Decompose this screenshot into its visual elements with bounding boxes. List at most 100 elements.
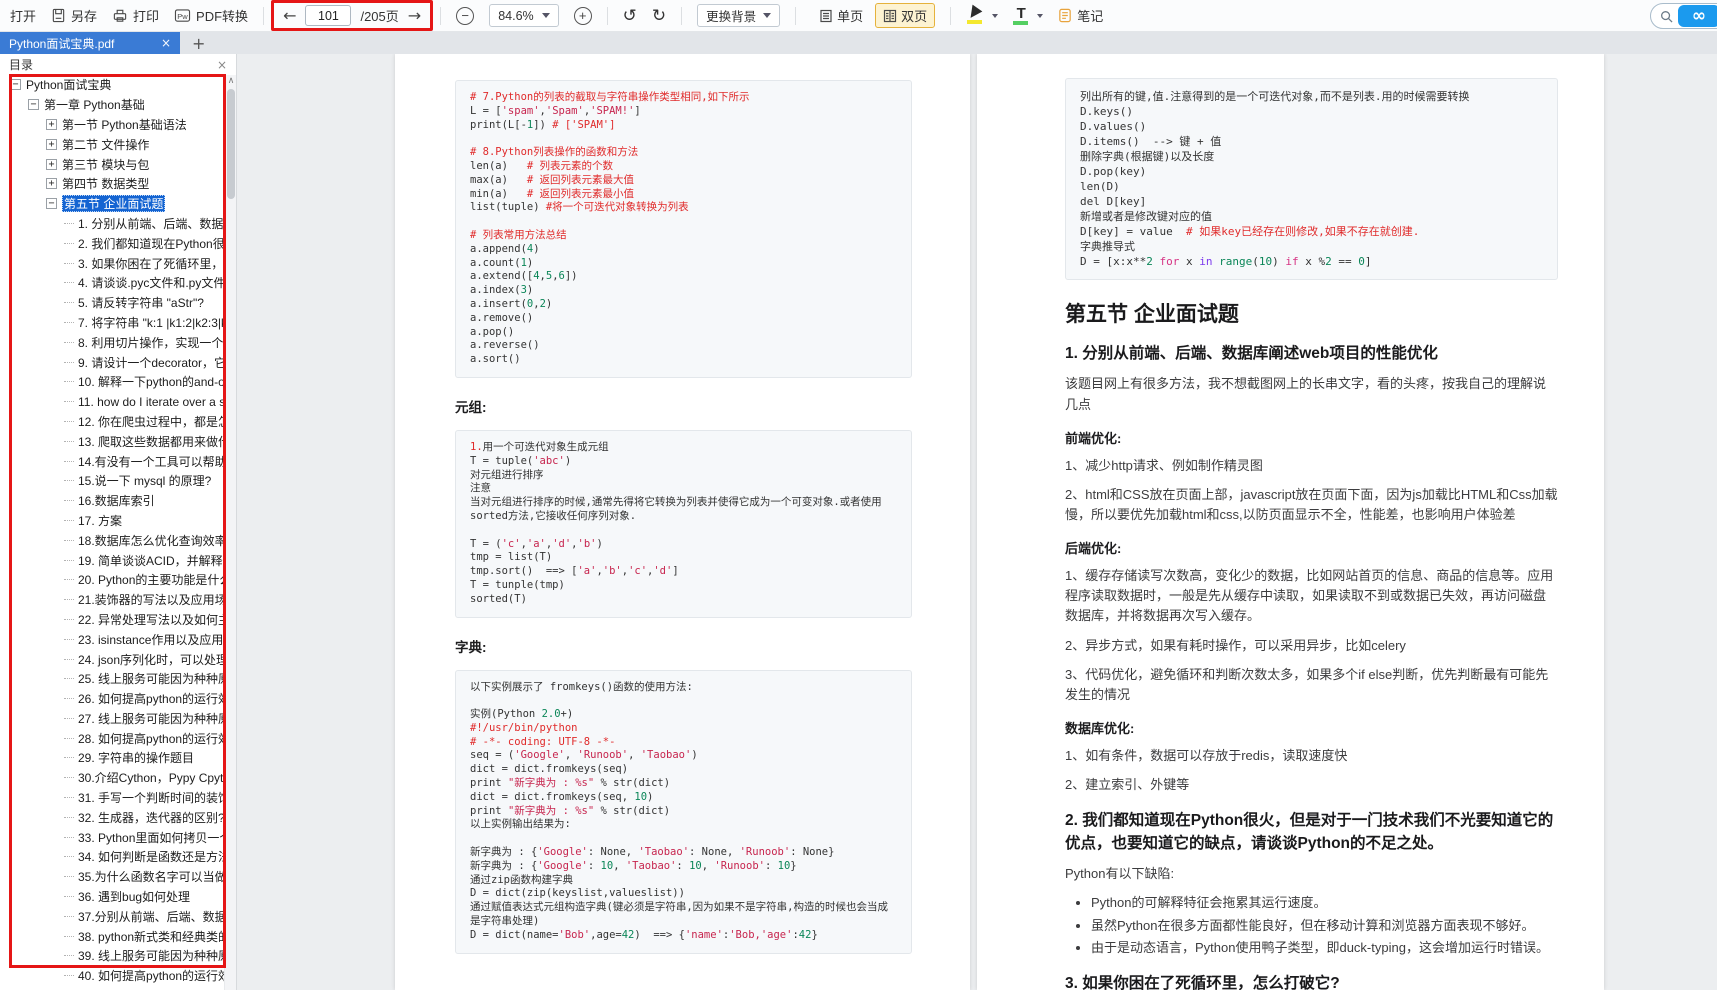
toc-item[interactable]: 26. 如何提高python的运行效率 — [0, 689, 224, 709]
highlighter-button[interactable] — [966, 7, 998, 25]
toc-item[interactable]: 32. 生成器，迭代器的区别? — [0, 807, 224, 827]
redo-button[interactable]: ↻ — [652, 6, 666, 26]
toc-item[interactable]: + 第一节 Python基础语法 — [0, 115, 224, 135]
print-button[interactable]: 打印 — [112, 6, 159, 25]
notes-button[interactable]: 笔记 — [1058, 6, 1103, 25]
toc-item[interactable]: 23. isinstance作用以及应用场 — [0, 629, 224, 649]
toc-item[interactable]: −第五节 企业面试题 — [0, 194, 224, 214]
change-background-label: 更换背景 — [706, 6, 756, 25]
toc-item[interactable]: 11. how do I iterate over a s — [0, 392, 224, 412]
bold-label: 后端优化: — [1065, 538, 1558, 557]
paragraph: 3、代码优化，避免循环和判断次数太多，如果多个if else判断，优先判断最有可… — [1065, 665, 1558, 705]
toc-item[interactable]: 34. 如何判断是函数还是方法? — [0, 847, 224, 867]
single-page-button[interactable]: 单页 — [811, 3, 871, 28]
zoom-level-select[interactable]: 84.6% — [489, 4, 558, 27]
toc-item[interactable]: 7. 将字符串 "k:1 |k1:2|k2:3|k3 — [0, 313, 224, 333]
zoom-in-button[interactable]: + — [574, 7, 592, 25]
toc-item[interactable]: 10. 解释一下python的and-or — [0, 372, 224, 392]
undo-button[interactable]: ↺ — [623, 6, 637, 26]
toc-item[interactable]: 35.为什么函数名字可以当做参 — [0, 867, 224, 887]
toc-item[interactable]: 25. 线上服务可能因为种种原因 — [0, 669, 224, 689]
toc-item[interactable]: 29. 字符串的操作题目 — [0, 748, 224, 768]
tree-connector — [64, 243, 74, 244]
toc-item[interactable]: 19. 简单谈谈ACID，并解释每 — [0, 550, 224, 570]
toc-item[interactable]: 40. 如何提高python的运行效率 — [0, 966, 224, 986]
tree-connector — [64, 975, 74, 976]
toc-item[interactable]: +第三节 模块与包 — [0, 154, 224, 174]
tree-connector — [64, 757, 74, 758]
save-as-button[interactable]: 另存 — [51, 6, 97, 25]
toc-item[interactable]: 38. python新式类和经典类的区 — [0, 926, 224, 946]
toc-item[interactable]: 14.有没有一个工具可以帮助查 — [0, 451, 224, 471]
pdf-convert-button[interactable]: Pw PDF转换 — [174, 6, 248, 25]
zoom-out-button[interactable]: − — [456, 7, 474, 25]
toc-item[interactable]: 39. 线上服务可能因为种种原因 — [0, 946, 224, 966]
search-box[interactable]: ∞ 搜 — [1650, 3, 1717, 29]
sidebar-scrollbar[interactable]: ∧ — [224, 75, 236, 990]
toc-item[interactable]: 9. 请设计一个decorator，它可 — [0, 352, 224, 372]
prev-page-button[interactable]: ← — [283, 6, 296, 25]
double-page-label: 双页 — [901, 6, 927, 25]
next-page-button[interactable]: → — [408, 6, 421, 25]
page-number-input[interactable] — [305, 5, 351, 26]
expand-icon[interactable]: + — [46, 159, 57, 170]
toc-item[interactable]: 1. 分别从前端、后端、数据库阐 — [0, 214, 224, 234]
toc-item[interactable]: 17. 方案 — [0, 511, 224, 531]
text-tool-button[interactable]: T — [1013, 7, 1043, 25]
toc-item[interactable]: +第四节 数据类型 — [0, 174, 224, 194]
toc-item[interactable]: 33. Python里面如何拷贝一个对 — [0, 827, 224, 847]
tree-connector — [64, 579, 74, 580]
save-as-label: 另存 — [71, 6, 97, 25]
scroll-up-icon[interactable]: ∧ — [227, 77, 235, 85]
toc-item[interactable]: 8. 利用切片操作，实现一个trim — [0, 332, 224, 352]
scrollbar-thumb[interactable] — [227, 89, 235, 199]
collapse-icon[interactable]: − — [46, 198, 57, 209]
toc-item[interactable]: 37.分别从前端、后端、数据库 — [0, 906, 224, 926]
toc-item[interactable]: −第一章 Python基础 — [0, 95, 224, 115]
collapse-icon[interactable]: − — [28, 99, 39, 110]
tree-connector — [64, 362, 74, 363]
code-block: 以下实例展示了 fromkeys()函数的使用方法: 实例(Python 2.0… — [455, 670, 912, 954]
collapse-icon[interactable]: − — [10, 79, 21, 90]
toc-item[interactable]: 16.数据库索引 — [0, 491, 224, 511]
toc-item[interactable]: 12. 你在爬虫过程中，都是怎么 — [0, 412, 224, 432]
toc-item[interactable]: 30.介绍Cython，Pypy Cpytho — [0, 768, 224, 788]
toc-item[interactable]: −Python面试宝典 — [0, 75, 224, 95]
open-button[interactable]: 打开 — [10, 6, 36, 25]
toc-item[interactable]: 13. 爬取这些数据都用来做什么 — [0, 431, 224, 451]
new-tab-button[interactable]: + — [192, 34, 205, 53]
toc-item[interactable]: 15.说一下 mysql 的原理? — [0, 471, 224, 491]
toc-item[interactable]: 28. 如何提高python的运行效率 — [0, 728, 224, 748]
bullet-item: 虽然Python在很多方面都性能良好，但在移动计算和浏览器方面表现不够好。 — [1091, 916, 1558, 936]
toc-item[interactable]: 31. 手写一个判断时间的装饰器 — [0, 788, 224, 808]
toc-item-label: 9. 请设计一个decorator，它可 — [78, 354, 224, 371]
double-page-button[interactable]: 双页 — [875, 3, 935, 28]
toc-item[interactable]: 2. 我们都知道现在Python很火 — [0, 233, 224, 253]
expand-icon[interactable]: + — [46, 139, 57, 150]
toc-item[interactable]: 4. 请谈谈.pyc文件和.py文件的 — [0, 273, 224, 293]
expand-icon[interactable]: + — [46, 119, 57, 130]
toc-item[interactable]: 24. json序列化时，可以处理的 — [0, 649, 224, 669]
toc-item[interactable]: 36. 遇到bug如何处理 — [0, 887, 224, 907]
expand-icon[interactable]: + — [46, 178, 57, 189]
sidebar-close-icon[interactable]: × — [217, 58, 227, 72]
toc-item[interactable]: 21.装饰器的写法以及应用场景 — [0, 590, 224, 610]
toc-item[interactable]: +第二节 文件操作 — [0, 134, 224, 154]
tree-connector — [64, 500, 74, 501]
toc-item[interactable]: 20. Python的主要功能是什么? — [0, 570, 224, 590]
toc-item-label: 第一节 Python基础语法 — [62, 116, 187, 133]
paragraph: 该题目网上有很多方法，我不想截图网上的长串文字，看的头疼，按我自己的理解说几点 — [1065, 374, 1558, 414]
toc-item[interactable]: 18.数据库怎么优化查询效率? — [0, 530, 224, 550]
document-tab[interactable]: Python面试宝典.pdf × — [0, 32, 180, 54]
save-icon — [51, 8, 66, 23]
change-background-button[interactable]: 更换背景 — [697, 4, 780, 27]
tree-connector — [64, 777, 74, 778]
toc-item[interactable]: 22. 异常处理写法以及如何主动 — [0, 610, 224, 630]
toc-item[interactable]: 5. 请反转字符串 "aStr"? — [0, 293, 224, 313]
toc-item[interactable]: 27. 线上服务可能因为种种原因 — [0, 709, 224, 729]
chevron-down-icon — [1037, 14, 1043, 18]
chevron-down-icon — [763, 13, 771, 18]
document-viewport[interactable]: # 7.Python的列表的截取与字符串操作类型相同,如下所示L = ['spa… — [237, 54, 1717, 990]
tab-close-icon[interactable]: × — [161, 36, 171, 50]
toc-item[interactable]: 3. 如果你困在了死循环里，怎么 — [0, 253, 224, 273]
